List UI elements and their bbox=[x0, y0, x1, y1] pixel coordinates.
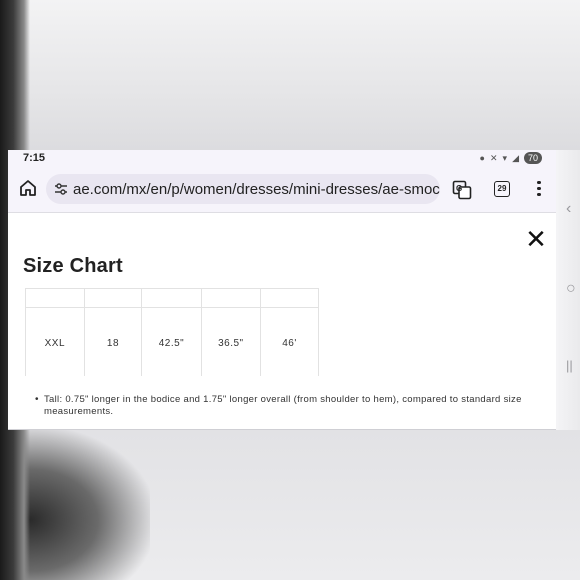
wifi-icon: ▾ bbox=[502, 152, 508, 163]
status-icons: ● ✕ ▾ ◢ 70 bbox=[480, 152, 542, 164]
toolbar-divider bbox=[8, 212, 556, 213]
table-cell bbox=[25, 288, 85, 308]
tall-note: • Tall: 0.75" longer in the bodice and 1… bbox=[35, 394, 534, 418]
chevron-left-icon: ‹ bbox=[566, 200, 572, 217]
mute-icon: ✕ bbox=[489, 152, 498, 163]
status-bar: 7:15 ● ✕ ▾ ◢ 70 bbox=[8, 150, 556, 168]
table-cell: 18 bbox=[83, 307, 143, 376]
table-cell: 46' bbox=[260, 307, 319, 376]
table-cell bbox=[83, 288, 143, 308]
bullet: • bbox=[35, 394, 39, 405]
recents-icon: || bbox=[566, 358, 573, 373]
svg-text:G: G bbox=[456, 184, 462, 193]
more-vert-icon[interactable] bbox=[536, 178, 542, 200]
table-row bbox=[25, 288, 319, 308]
phone-screen: 7:15 ● ✕ ▾ ◢ 70 ae.com/mx/en/p/women/dre… bbox=[8, 150, 556, 430]
table-cell bbox=[260, 288, 319, 308]
url-text: ae.com/mx/en/p/women/dresses/mini-dresse… bbox=[73, 181, 440, 198]
circle-icon: ○ bbox=[566, 280, 576, 297]
size-cell: XXL bbox=[25, 307, 85, 376]
address-bar[interactable]: ae.com/mx/en/p/women/dresses/mini-dresse… bbox=[46, 174, 440, 204]
do-not-disturb-icon: ● bbox=[479, 153, 485, 163]
photo-background-top bbox=[0, 0, 580, 150]
tune-icon[interactable] bbox=[54, 182, 68, 196]
table-cell bbox=[141, 288, 202, 308]
translate-icon[interactable]: G bbox=[452, 180, 472, 200]
screen-bottom-edge bbox=[8, 429, 556, 430]
table-cell bbox=[200, 288, 262, 308]
tab-switcher-icon[interactable]: 29 bbox=[494, 181, 510, 197]
tall-note-text: Tall: 0.75" longer in the bodice and 1.7… bbox=[44, 394, 522, 417]
table-cell: 36.5" bbox=[200, 307, 262, 376]
battery-level: 70 bbox=[523, 152, 542, 164]
browser-toolbar: ae.com/mx/en/p/women/dresses/mini-dresse… bbox=[8, 168, 556, 212]
close-icon[interactable]: ✕ bbox=[525, 226, 547, 252]
table-cell: 42.5" bbox=[141, 307, 202, 376]
status-time: 7:15 bbox=[23, 152, 46, 164]
signal-icon: ◢ bbox=[512, 152, 519, 163]
home-icon[interactable] bbox=[18, 178, 38, 198]
size-table: XXL 18 42.5" 36.5" 46' bbox=[25, 288, 319, 376]
size-table-scroll[interactable]: XXL 18 42.5" 36.5" 46' bbox=[25, 288, 319, 376]
table-row: XXL 18 42.5" 36.5" 46' bbox=[25, 307, 319, 376]
page-title: Size Chart bbox=[23, 255, 123, 277]
